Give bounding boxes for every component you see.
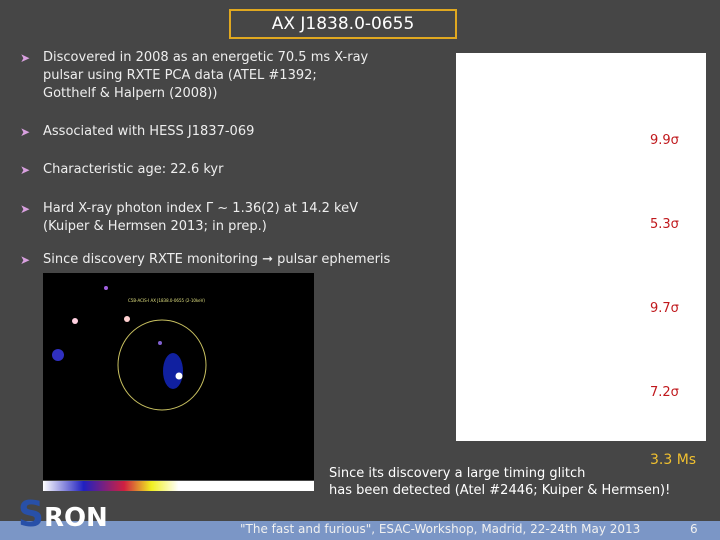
bullet-line: Since discovery RXTE monitoring ➞ pulsar… (43, 252, 391, 267)
significance-label: 9.9σ (650, 133, 679, 148)
footer-text: "The fast and furious", ESAC-Workshop, M… (240, 522, 641, 536)
lightcurve-panel (456, 53, 706, 441)
significance-label: 9.7σ (650, 301, 679, 316)
glitch-line: Since its discovery a large timing glitc… (329, 466, 586, 481)
bullet-line: Hard X-ray photon index Γ ~ 1.36(2) at 1… (43, 201, 359, 216)
xray-sky-image: C5B-ACIS-I AX J1838.0-0655 (2-10keV) (43, 273, 314, 480)
color-bar (43, 481, 314, 491)
arrow-bullet-icon: ➤ (20, 125, 31, 139)
arrow-bullet-icon: ➤ (20, 202, 31, 216)
bullet-line: Associated with HESS J1837-069 (43, 124, 255, 139)
bullet-line: pulsar using RXTE PCA data (ATEL #1392; (43, 68, 317, 83)
glitch-line: has been detected (Atel #2446; Kuiper & … (329, 483, 671, 498)
sron-logo: SRON (18, 494, 108, 535)
bullet-line: Discovered in 2008 as an energetic 70.5 … (43, 50, 369, 65)
arrow-bullet-icon: ➤ (20, 253, 31, 267)
glitch-text: Since its discovery a large timing glitc… (329, 465, 670, 499)
significance-label: 7.2σ (650, 385, 679, 400)
significance-label: 5.3σ (650, 217, 679, 232)
bullet-line: Gotthelf & Halpern (2008)) (43, 86, 218, 101)
arrow-bullet-icon: ➤ (20, 163, 31, 177)
sky-map: C5B-ACIS-I AX J1838.0-0655 (2-10keV) (52, 286, 207, 411)
bullet-line: Characteristic age: 22.6 kyr (43, 162, 224, 177)
image-label: C5B-ACIS-I AX J1838.0-0655 (2-10keV) (128, 298, 205, 303)
slide-title: AX J1838.0-0655 (229, 9, 457, 39)
arrow-bullet-icon: ➤ (20, 51, 31, 65)
page-number: 6 (690, 522, 698, 536)
bullet-line: (Kuiper & Hermsen 2013; in prep.) (43, 219, 267, 234)
